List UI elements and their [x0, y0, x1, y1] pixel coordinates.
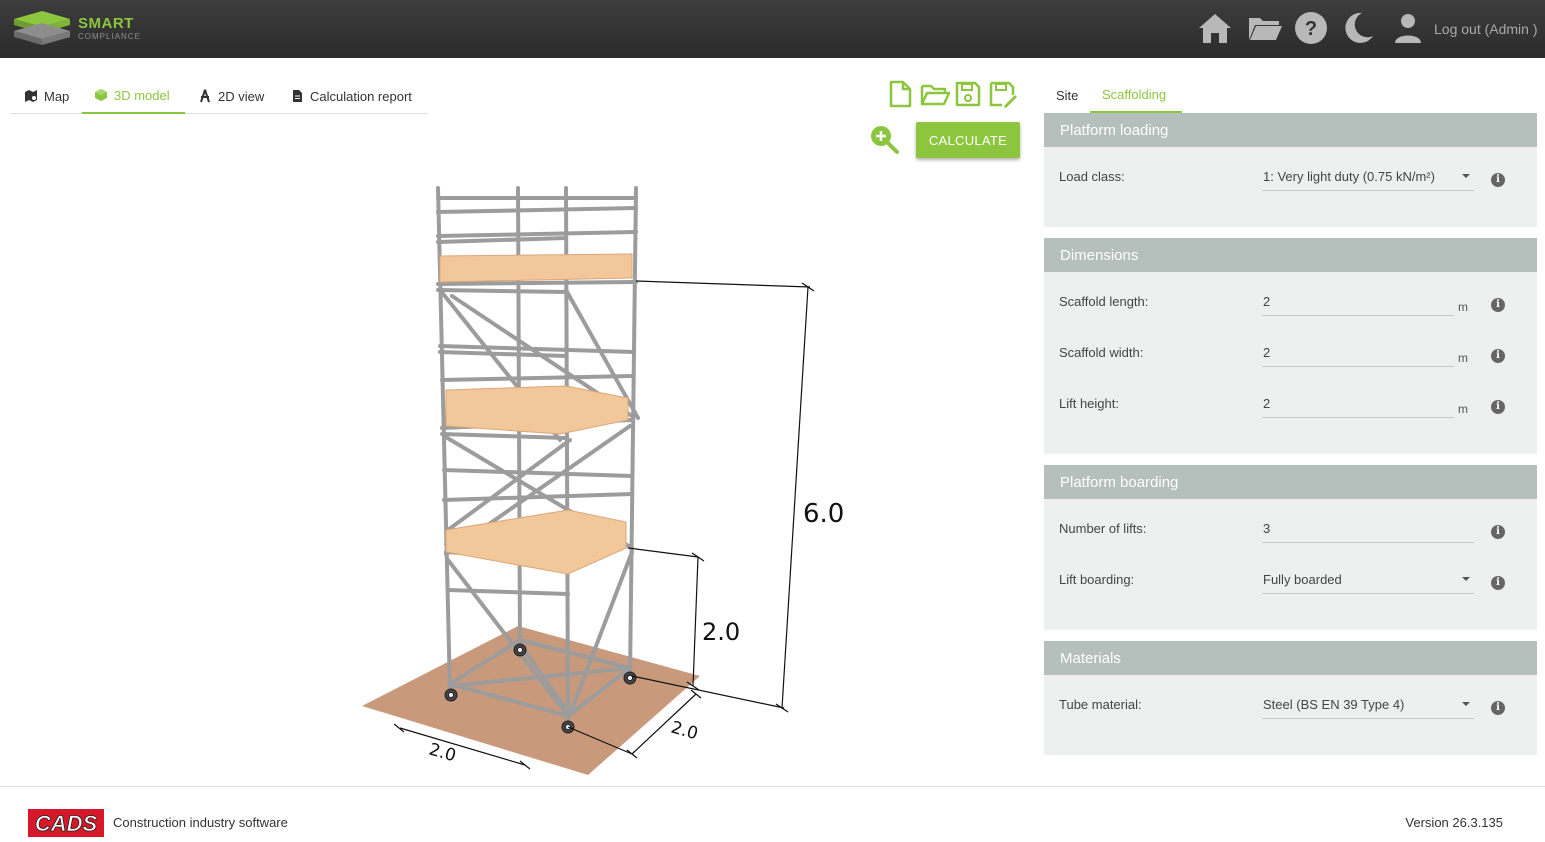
- materials-section: Materials Tube material: Steel (BS EN 39…: [1044, 641, 1537, 755]
- tab-map[interactable]: Map: [12, 78, 81, 114]
- zoom-in-icon[interactable]: [868, 123, 900, 155]
- lift-boarding-row: Lift boarding: Fully boarded i: [1044, 566, 1537, 596]
- load-class-label: Load class:: [1059, 169, 1125, 184]
- logout-link[interactable]: Log out (Admin ): [1434, 21, 1538, 37]
- tube-material-row: Tube material: Steel (BS EN 39 Type 4) i: [1044, 691, 1537, 721]
- logo-subtext: COMPLIANCE: [78, 32, 141, 41]
- tab-3d-model[interactable]: 3D model: [82, 78, 185, 114]
- unit-label: m: [1458, 351, 1468, 365]
- tube-material-value: Steel (BS EN 39 Type 4): [1263, 697, 1405, 712]
- home-icon[interactable]: [1197, 10, 1233, 46]
- open-folder-icon[interactable]: [919, 79, 951, 109]
- number-of-lifts-label: Number of lifts:: [1059, 521, 1147, 536]
- lift-dimension-label: 2.0: [702, 618, 740, 646]
- chevron-down-icon: [1462, 174, 1470, 178]
- footer-tagline: Construction industry software: [113, 815, 288, 830]
- cads-logo[interactable]: CADS: [28, 809, 104, 837]
- document-icon: [293, 90, 302, 102]
- tab-site[interactable]: Site: [1044, 78, 1090, 113]
- section-title: Platform loading: [1044, 113, 1537, 147]
- version-label: Version 26.3.135: [1405, 815, 1503, 830]
- map-icon: [25, 90, 37, 102]
- load-class-select[interactable]: 1: Very light duty (0.75 kN/m²): [1262, 163, 1474, 191]
- scaffold-length-input[interactable]: 2: [1262, 288, 1454, 316]
- tab-map-label: Map: [44, 88, 70, 104]
- lift-height-label: Lift height:: [1059, 396, 1119, 411]
- view-tabs: Map 3D model 2D view Calculation report: [10, 78, 428, 114]
- tab-2d-view[interactable]: 2D view: [186, 78, 276, 114]
- tab-3d-model-label: 3D model: [114, 87, 170, 103]
- moon-icon[interactable]: [1340, 10, 1376, 46]
- settings-tabs: Site Scaffolding: [1044, 78, 1538, 113]
- svg-text:?: ?: [1305, 18, 1317, 40]
- footer: CADS Construction industry software Vers…: [0, 786, 1545, 842]
- top-bar: SMART COMPLIANCE ? Log out (Admin ): [0, 0, 1545, 58]
- info-icon[interactable]: i: [1491, 349, 1505, 363]
- load-class-value: 1: Very light duty (0.75 kN/m²): [1263, 169, 1435, 184]
- number-of-lifts-input[interactable]: 3: [1262, 515, 1474, 543]
- section-title: Platform boarding: [1044, 465, 1537, 499]
- tab-calculation-report-label: Calculation report: [310, 88, 412, 104]
- height-dimension-label: 6.0: [803, 499, 844, 529]
- info-icon[interactable]: i: [1491, 298, 1505, 312]
- user-icon[interactable]: [1390, 10, 1426, 46]
- chevron-down-icon: [1462, 577, 1470, 581]
- calculate-button[interactable]: CALCULATE: [916, 122, 1020, 158]
- info-icon[interactable]: i: [1491, 701, 1505, 715]
- dimensions-section: Dimensions Scaffold length: 2 m i Scaffo…: [1044, 238, 1537, 454]
- info-icon[interactable]: i: [1491, 173, 1505, 187]
- width-dimension-label: 2.0: [669, 718, 701, 745]
- tab-calculation-report[interactable]: Calculation report: [278, 78, 424, 114]
- unit-label: m: [1458, 300, 1468, 314]
- info-icon[interactable]: i: [1491, 525, 1505, 539]
- lift-boarding-value: Fully boarded: [1263, 572, 1342, 587]
- info-icon[interactable]: i: [1491, 400, 1505, 414]
- unit-label: m: [1458, 402, 1468, 416]
- logo-text: SMART: [78, 15, 134, 32]
- save-as-icon[interactable]: [988, 79, 1018, 109]
- cads-logo-text: CADS: [35, 811, 98, 836]
- scaffold-width-label: Scaffold width:: [1059, 345, 1144, 360]
- load-class-row: Load class: 1: Very light duty (0.75 kN/…: [1044, 163, 1537, 193]
- scaffold-length-label: Scaffold length:: [1059, 294, 1149, 309]
- section-title: Materials: [1044, 641, 1537, 675]
- new-file-icon[interactable]: [886, 79, 914, 109]
- platforms: [439, 253, 633, 575]
- save-icon[interactable]: [954, 79, 982, 109]
- tab-2d-view-label: 2D view: [218, 88, 265, 104]
- lift-boarding-label: Lift boarding:: [1059, 572, 1135, 587]
- help-icon[interactable]: ?: [1293, 10, 1329, 46]
- scaffold-length-row: Scaffold length: 2 m i: [1044, 288, 1537, 318]
- tube-material-label: Tube material:: [1059, 697, 1142, 712]
- lift-boarding-select[interactable]: Fully boarded: [1262, 566, 1474, 594]
- chevron-down-icon: [1462, 702, 1470, 706]
- tube-material-select[interactable]: Steel (BS EN 39 Type 4): [1262, 691, 1474, 719]
- platform-boarding-section: Platform boarding Number of lifts: 3 i L…: [1044, 465, 1537, 630]
- tab-scaffolding[interactable]: Scaffolding: [1090, 78, 1182, 113]
- section-title: Dimensions: [1044, 238, 1537, 272]
- lift-height-input[interactable]: 2: [1262, 390, 1454, 418]
- compass-icon: [200, 89, 210, 103]
- info-icon[interactable]: i: [1491, 576, 1505, 590]
- ground-plane: [362, 626, 700, 775]
- scaffold-width-row: Scaffold width: 2 m i: [1044, 339, 1537, 369]
- scaffold-3d-viewport[interactable]: 6.0 2.0 2.0 2.0: [300, 170, 900, 780]
- folder-icon[interactable]: [1247, 10, 1283, 46]
- cube-icon: [95, 89, 107, 101]
- scaffold-width-input[interactable]: 2: [1262, 339, 1454, 367]
- platform-loading-section: Platform loading Load class: 1: Very lig…: [1044, 113, 1537, 227]
- lift-height-row: Lift height: 2 m i: [1044, 390, 1537, 420]
- number-of-lifts-row: Number of lifts: 3 i: [1044, 515, 1537, 545]
